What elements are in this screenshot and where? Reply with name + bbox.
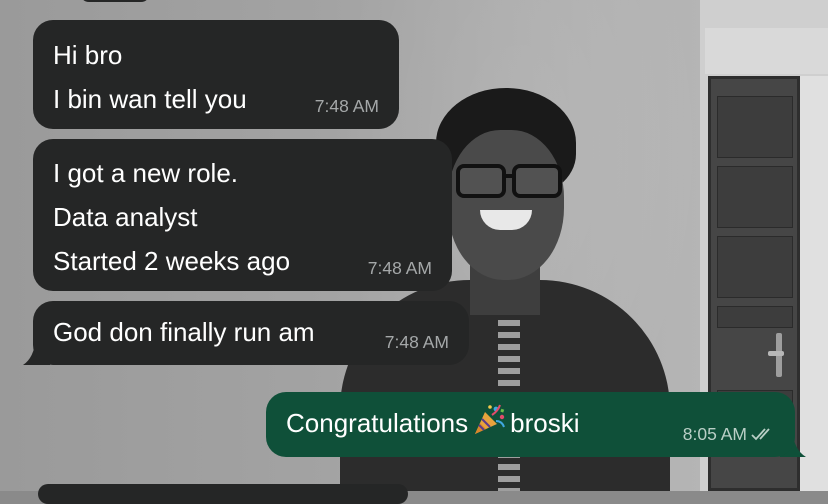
message-timestamp: 7:48 AM — [314, 96, 379, 116]
party-popper-icon — [475, 404, 506, 434]
incoming-message-bubble[interactable]: God don finally run am 7:48 AM — [33, 301, 469, 365]
message-text-line: Hi bro — [53, 40, 123, 70]
message-text-part: Congratulations — [286, 408, 469, 438]
chat-message-list[interactable]: Hi bro I bin wan tell you 7:48 AM I got … — [0, 0, 828, 504]
message-text-line: I got a new role. — [53, 158, 238, 188]
next-message-bubble-partial[interactable] — [38, 484, 408, 504]
message-text-line: Data analyst — [53, 202, 198, 232]
message-timestamp: 7:48 AM — [367, 258, 432, 278]
message-timestamp: 7:48 AM — [384, 332, 449, 352]
incoming-message-bubble[interactable]: I got a new role. Data analyst Started 2… — [33, 139, 452, 291]
outgoing-message-bubble[interactable]: Congratulations broski 8:05 AM — [266, 392, 795, 457]
message-meta: 8:05 AM — [683, 424, 777, 444]
read-double-check-icon — [751, 428, 770, 441]
incoming-message-bubble[interactable]: Hi bro I bin wan tell you 7:48 AM — [33, 20, 399, 129]
message-timestamp: 8:05 AM — [682, 424, 747, 444]
previous-message-bubble-partial[interactable] — [80, 0, 150, 2]
message-text-part: broski — [510, 408, 580, 438]
